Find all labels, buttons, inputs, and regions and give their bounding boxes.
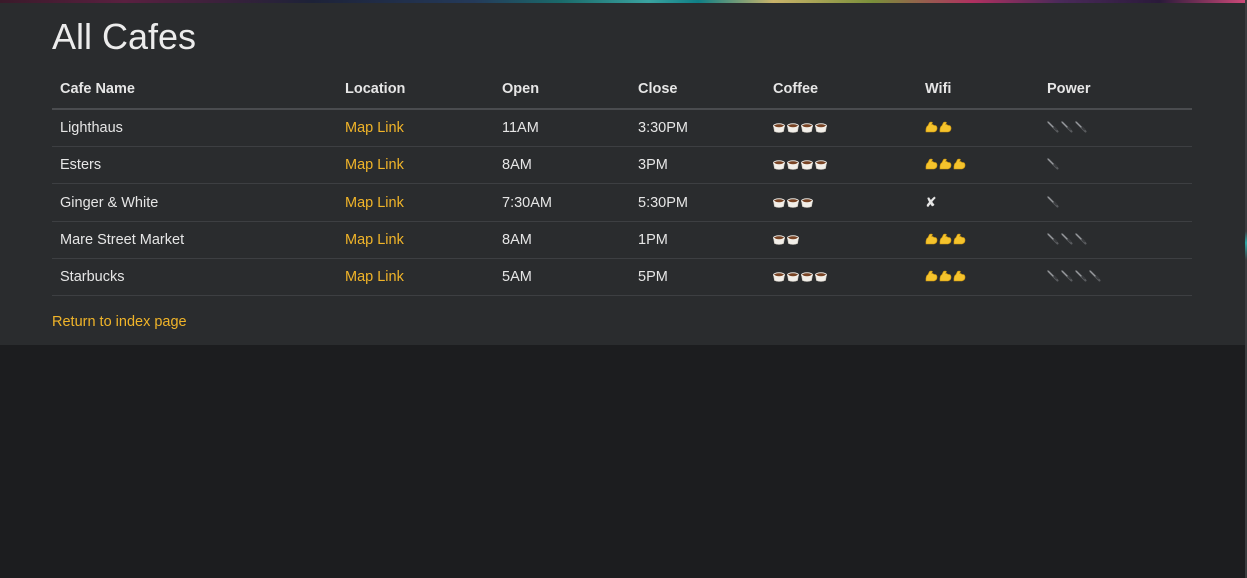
cell-coffee xyxy=(765,146,917,184)
cell-wifi xyxy=(917,221,1039,259)
flexed-biceps-icon xyxy=(939,270,952,282)
cell-power xyxy=(1039,258,1192,296)
cell-wifi xyxy=(917,109,1039,147)
cell-cafe-name: Mare Street Market xyxy=(52,221,337,259)
coffee-cup-icon xyxy=(801,123,813,133)
coffee-cup-icon xyxy=(773,123,785,133)
cell-location: Map Link xyxy=(337,221,494,259)
coffee-cup-icon xyxy=(787,123,799,133)
cell-power xyxy=(1039,183,1192,222)
cell-coffee xyxy=(765,183,917,222)
table-row: Ginger & White Map Link 7:30AM 5:30PM ✘ xyxy=(52,183,1192,222)
coffee-cup-icon xyxy=(773,197,785,208)
electric-plug-icon xyxy=(1075,270,1087,282)
cell-cafe-name: Ginger & White xyxy=(52,183,337,222)
map-link[interactable]: Map Link xyxy=(345,157,404,173)
cell-close: 5PM xyxy=(630,258,765,296)
electric-plug-icon xyxy=(1061,233,1073,245)
cell-wifi xyxy=(917,258,1039,296)
flexed-biceps-icon xyxy=(925,270,938,282)
cell-coffee xyxy=(765,109,917,147)
flexed-biceps-icon xyxy=(953,158,966,170)
cell-open: 7:30AM xyxy=(494,183,630,222)
table-header-row: Cafe Name Location Open Close Coffee Wif… xyxy=(52,70,1192,110)
coffee-cup-icon xyxy=(787,235,799,245)
flexed-biceps-icon xyxy=(953,270,966,282)
cell-wifi xyxy=(917,146,1039,184)
map-link[interactable]: Map Link xyxy=(345,120,404,136)
flexed-biceps-icon xyxy=(939,233,952,245)
cafes-table: Cafe Name Location Open Close Coffee Wif… xyxy=(52,70,1192,296)
header-close: Close xyxy=(630,70,765,110)
table-row: Starbucks Map Link 5AM 5PM xyxy=(52,258,1192,296)
coffee-cup-icon xyxy=(815,123,827,133)
map-link[interactable]: Map Link xyxy=(345,195,404,211)
cross-mark-icon: ✘ xyxy=(925,194,937,210)
coffee-cup-icon xyxy=(815,160,827,170)
flexed-biceps-icon xyxy=(925,121,938,133)
flexed-biceps-icon xyxy=(925,158,938,170)
cell-open: 5AM xyxy=(494,258,630,296)
table-row: Mare Street Market Map Link 8AM 1PM xyxy=(52,221,1192,259)
cell-cafe-name: Starbucks xyxy=(52,258,337,296)
cell-cafe-name: Esters xyxy=(52,146,337,184)
electric-plug-icon xyxy=(1047,121,1059,133)
coffee-cup-icon xyxy=(815,272,827,282)
coffee-cup-icon xyxy=(787,272,799,282)
map-link[interactable]: Map Link xyxy=(345,232,404,248)
coffee-cup-icon xyxy=(801,272,813,282)
electric-plug-icon xyxy=(1047,195,1059,208)
coffee-cup-icon xyxy=(787,160,799,170)
coffee-cup-icon xyxy=(801,197,813,208)
electric-plug-icon xyxy=(1047,270,1059,282)
coffee-cup-icon xyxy=(801,160,813,170)
cell-power xyxy=(1039,146,1192,184)
cell-open: 8AM xyxy=(494,146,630,184)
electric-plug-icon xyxy=(1089,270,1101,282)
header-power: Power xyxy=(1039,70,1192,110)
electric-plug-icon xyxy=(1047,233,1059,245)
header-location: Location xyxy=(337,70,494,110)
cell-power xyxy=(1039,221,1192,259)
header-cafe-name: Cafe Name xyxy=(52,70,337,110)
cell-close: 3PM xyxy=(630,146,765,184)
cell-coffee xyxy=(765,221,917,259)
electric-plug-icon xyxy=(1061,270,1073,282)
map-link[interactable]: Map Link xyxy=(345,269,404,285)
electric-plug-icon xyxy=(1061,121,1073,133)
cell-location: Map Link xyxy=(337,258,494,296)
cell-open: 11AM xyxy=(494,109,630,147)
cell-close: 3:30PM xyxy=(630,109,765,147)
flexed-biceps-icon xyxy=(953,233,966,245)
cell-coffee xyxy=(765,258,917,296)
return-to-index-link[interactable]: Return to index page xyxy=(52,314,187,330)
flexed-biceps-icon xyxy=(925,233,938,245)
cell-wifi: ✘ xyxy=(917,183,1039,222)
cell-close: 1PM xyxy=(630,221,765,259)
cell-power xyxy=(1039,109,1192,147)
cell-location: Map Link xyxy=(337,146,494,184)
electric-plug-icon xyxy=(1047,158,1059,170)
electric-plug-icon xyxy=(1075,233,1087,245)
table-row: Esters Map Link 8AM 3PM xyxy=(52,146,1192,184)
table-row: Lighthaus Map Link 11AM 3:30PM xyxy=(52,109,1192,147)
coffee-cup-icon xyxy=(773,272,785,282)
header-coffee: Coffee xyxy=(765,70,917,110)
flexed-biceps-icon xyxy=(939,158,952,170)
header-wifi: Wifi xyxy=(917,70,1039,110)
flexed-biceps-icon xyxy=(939,121,952,133)
cell-location: Map Link xyxy=(337,183,494,222)
cell-location: Map Link xyxy=(337,109,494,147)
coffee-cup-icon xyxy=(787,197,799,208)
cell-open: 8AM xyxy=(494,221,630,259)
electric-plug-icon xyxy=(1075,121,1087,133)
cell-close: 5:30PM xyxy=(630,183,765,222)
page-title: All Cafes xyxy=(52,16,197,57)
cell-cafe-name: Lighthaus xyxy=(52,109,337,147)
coffee-cup-icon xyxy=(773,235,785,245)
coffee-cup-icon xyxy=(773,160,785,170)
header-open: Open xyxy=(494,70,630,110)
